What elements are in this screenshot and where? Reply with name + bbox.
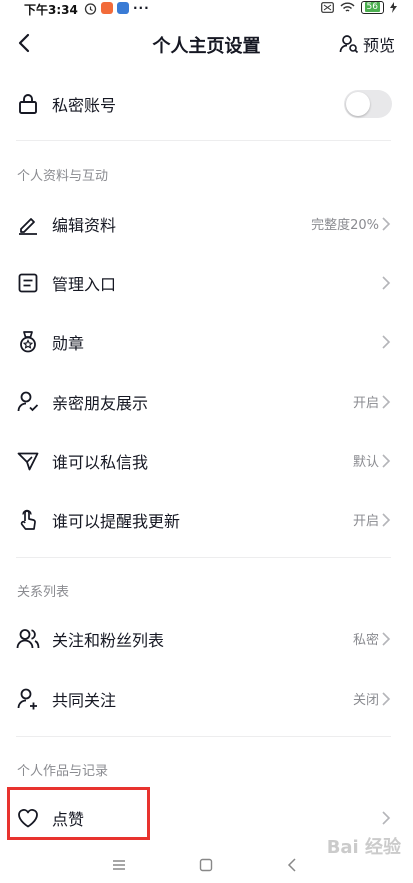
mutual-follow-label: 共同关注 <box>52 691 117 710</box>
chevron-right-icon <box>382 276 391 290</box>
highlight-box <box>7 787 150 840</box>
badges-row[interactable]: 勋章 <box>0 320 413 364</box>
private-account-toggle[interactable] <box>344 90 392 118</box>
section-works-records: 个人作品与记录 <box>17 764 109 779</box>
header: 个人主页设置 预览 <box>0 24 413 64</box>
medal-icon <box>20 331 36 353</box>
alarm-icon <box>84 2 97 15</box>
users-icon <box>16 629 40 649</box>
edit-profile-value: 完整度20% <box>311 218 379 233</box>
who-can-remind-value: 开启 <box>352 514 379 529</box>
user-check-icon <box>17 391 39 412</box>
wifi-icon <box>340 2 355 12</box>
toggle-knob <box>346 92 370 116</box>
who-can-dm-row[interactable]: 谁可以私信我 默认 <box>0 439 413 483</box>
private-account-label: 私密账号 <box>52 96 117 115</box>
who-can-remind-label: 谁可以提醒我更新 <box>52 512 181 531</box>
more-icon: ··· <box>133 1 150 15</box>
edit-profile-row[interactable]: 编辑资料 完整度20% <box>0 202 413 246</box>
chevron-right-icon <box>382 692 391 706</box>
status-time: 下午3:34 <box>24 3 78 17</box>
divider <box>16 557 391 558</box>
sim-icon <box>320 2 334 13</box>
who-can-remind-row[interactable]: 谁可以提醒我更新 开启 <box>0 498 413 542</box>
tap-hand-icon <box>20 509 36 530</box>
battery-level: 56 <box>364 2 380 12</box>
close-friends-value: 开启 <box>352 396 379 411</box>
system-nav-bar <box>0 850 413 883</box>
chevron-right-icon <box>382 811 391 825</box>
lock-icon <box>19 94 37 114</box>
close-friends-row[interactable]: 亲密朋友展示 开启 <box>0 380 413 424</box>
app-notification-icon <box>117 2 129 14</box>
private-account-row: 私密账号 <box>0 82 413 126</box>
follow-fans-row[interactable]: 关注和粉丝列表 私密 <box>0 617 413 661</box>
user-link-icon <box>17 688 37 710</box>
chevron-right-icon <box>382 513 391 527</box>
mutual-follow-value: 关闭 <box>352 693 379 708</box>
pencil-icon <box>19 218 37 235</box>
follow-fans-value: 私密 <box>352 633 379 648</box>
app-notification-icon <box>101 2 113 14</box>
chevron-right-icon <box>382 335 391 349</box>
preview-button[interactable]: 预览 <box>339 32 395 56</box>
who-can-dm-value: 默认 <box>352 455 379 470</box>
chevron-right-icon <box>382 217 391 231</box>
manage-entry-row[interactable]: 管理入口 <box>0 261 413 305</box>
manage-entry-label: 管理入口 <box>52 275 117 294</box>
divider <box>16 140 391 141</box>
chevron-right-icon <box>382 395 391 409</box>
send-icon <box>17 452 39 471</box>
follow-fans-label: 关注和粉丝列表 <box>52 631 165 650</box>
list-box-icon <box>18 273 38 293</box>
battery-icon: 56 <box>360 1 384 14</box>
user-preview-icon <box>339 35 359 54</box>
chevron-right-icon <box>382 454 391 468</box>
preview-label: 预览 <box>362 36 395 55</box>
badges-label: 勋章 <box>52 334 85 353</box>
who-can-dm-label: 谁可以私信我 <box>52 453 149 472</box>
chevron-right-icon <box>382 632 391 646</box>
mutual-follow-row[interactable]: 共同关注 关闭 <box>0 677 413 721</box>
home-icon[interactable] <box>199 858 213 872</box>
section-relations: 关系列表 <box>17 585 70 600</box>
divider <box>16 736 391 737</box>
charging-icon <box>390 2 397 13</box>
edit-profile-label: 编辑资料 <box>52 216 117 235</box>
menu-icon[interactable] <box>112 858 126 872</box>
close-friends-label: 亲密朋友展示 <box>52 394 149 413</box>
status-bar: 下午3:34 ··· 56 <box>0 0 413 18</box>
back-nav-icon[interactable] <box>286 858 300 872</box>
section-profile-interaction: 个人资料与互动 <box>17 169 109 184</box>
